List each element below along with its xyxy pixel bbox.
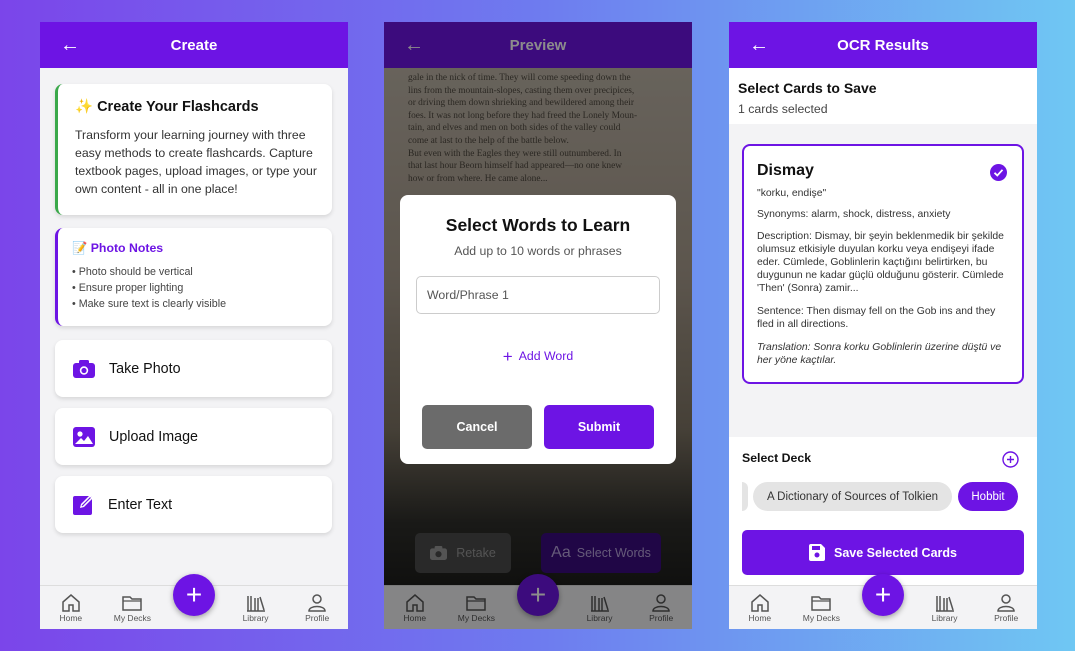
image-icon xyxy=(73,426,95,447)
camera-icon xyxy=(73,359,95,378)
deck-chip-partial[interactable] xyxy=(742,482,748,511)
enter-text-label: Enter Text xyxy=(108,496,173,513)
intro-card: ✨ Create Your Flashcards Transform your … xyxy=(55,84,332,215)
nav-library-label: Library xyxy=(931,613,958,623)
profile-icon xyxy=(308,594,326,612)
page-title: Create xyxy=(170,36,218,54)
flashcard-translation: "korku, endişe" xyxy=(757,188,827,199)
nav-profile[interactable]: Profile xyxy=(289,594,345,623)
select-cards-title: Select Cards to Save xyxy=(738,80,877,96)
nav-home[interactable]: Home xyxy=(43,594,99,623)
nav-profile-label: Profile xyxy=(305,613,330,623)
flashcard[interactable]: Dismay "korku, endişe" Synonyms: alarm, … xyxy=(742,144,1024,384)
library-icon xyxy=(246,596,265,612)
page-title: OCR Results xyxy=(837,36,929,54)
word-phrase-input[interactable]: Word/Phrase 1 xyxy=(416,276,660,314)
save-label: Save Selected Cards xyxy=(834,545,957,560)
deck-chip[interactable]: A Dictionary of Sources of Tolkien xyxy=(753,482,952,511)
app-bar: ← Create xyxy=(40,22,348,68)
back-arrow-icon[interactable]: ← xyxy=(749,22,769,68)
select-deck-title: Select Deck xyxy=(742,451,812,465)
back-arrow-icon[interactable]: ← xyxy=(60,22,80,68)
take-photo-label: Take Photo xyxy=(109,360,181,377)
folder-icon xyxy=(811,596,832,611)
nav-profile-label: Profile xyxy=(994,613,1019,623)
nav-home-label: Home xyxy=(59,613,83,623)
preview-screen: ← Preview gale in the nick of time. They… xyxy=(384,22,692,629)
nav-library[interactable]: Library xyxy=(917,594,973,623)
deck-chip-selected[interactable]: Hobbit xyxy=(958,482,1018,511)
add-word-label: Add Word xyxy=(518,349,574,363)
ocr-results-screen: ← OCR Results Select Cards to Save 1 car… xyxy=(729,22,1037,629)
photo-note-item: • Ensure proper lighting xyxy=(72,282,184,294)
nav-profile[interactable]: Profile xyxy=(978,594,1034,623)
add-deck-icon[interactable] xyxy=(1002,451,1019,468)
home-icon xyxy=(751,594,769,612)
save-selected-cards-button[interactable]: Save Selected Cards xyxy=(742,530,1024,575)
dialog-subtitle: Add up to 10 words or phrases xyxy=(454,244,622,258)
nav-decks-label: My Decks xyxy=(802,613,841,623)
flashcard-sentence: Sentence: Then dismay fell on the Gob in… xyxy=(757,306,996,330)
plus-icon: + xyxy=(502,347,513,366)
photo-notes-card: 📝 Photo Notes • Photo should be vertical… xyxy=(55,228,332,326)
flashcard-description: Description: Dismay, bir şeyin beklenmed… xyxy=(757,231,1004,294)
selection-summary: Select Cards to Save 1 cards selected xyxy=(738,80,877,116)
photo-note-item: • Photo should be vertical xyxy=(72,266,193,278)
nav-library[interactable]: Library xyxy=(228,594,284,623)
add-fab-button[interactable]: + xyxy=(862,574,904,616)
nav-home-label: Home xyxy=(748,613,772,623)
library-icon xyxy=(935,596,954,612)
upload-image-button[interactable]: Upload Image xyxy=(55,408,332,465)
nav-decks-label: My Decks xyxy=(113,613,152,623)
nav-library-label: Library xyxy=(242,613,269,623)
nav-my-decks[interactable]: My Decks xyxy=(104,594,160,623)
home-icon xyxy=(62,594,80,612)
dialog-title: Select Words to Learn xyxy=(445,215,631,235)
add-fab-button[interactable]: + xyxy=(173,574,215,616)
add-word-button[interactable]: + Add Word xyxy=(400,347,676,367)
select-words-dialog: Select Words to Learn Add up to 10 words… xyxy=(400,195,676,464)
app-bar: ← OCR Results xyxy=(729,22,1037,68)
edit-icon xyxy=(73,495,93,515)
save-icon xyxy=(809,544,825,561)
create-screen: ← Create ✨ Create Your Flashcards Transf… xyxy=(40,22,348,629)
selected-count: 1 cards selected xyxy=(738,102,828,116)
checkmark-icon[interactable] xyxy=(990,164,1007,181)
photo-note-item: • Make sure text is clearly visible xyxy=(72,298,227,310)
upload-image-label: Upload Image xyxy=(109,428,199,445)
flashcard-sentence-translation: Translation: Sonra korku Goblinlerin üze… xyxy=(757,342,1002,366)
flashcard-synonyms: Synonyms: alarm, shock, distress, anxiet… xyxy=(757,209,951,220)
take-photo-button[interactable]: Take Photo xyxy=(55,340,332,397)
profile-icon xyxy=(997,594,1015,612)
cancel-button[interactable]: Cancel xyxy=(422,405,532,449)
enter-text-button[interactable]: Enter Text xyxy=(55,476,332,533)
nav-my-decks[interactable]: My Decks xyxy=(793,594,849,623)
submit-button[interactable]: Submit xyxy=(544,405,654,449)
intro-title: ✨ Create Your Flashcards xyxy=(75,99,259,115)
nav-home[interactable]: Home xyxy=(732,594,788,623)
flashcard-word: Dismay xyxy=(757,162,814,179)
folder-icon xyxy=(122,596,143,611)
intro-text: Transform your learning journey with thr… xyxy=(75,128,317,196)
photo-notes-title: 📝 Photo Notes xyxy=(72,241,164,255)
